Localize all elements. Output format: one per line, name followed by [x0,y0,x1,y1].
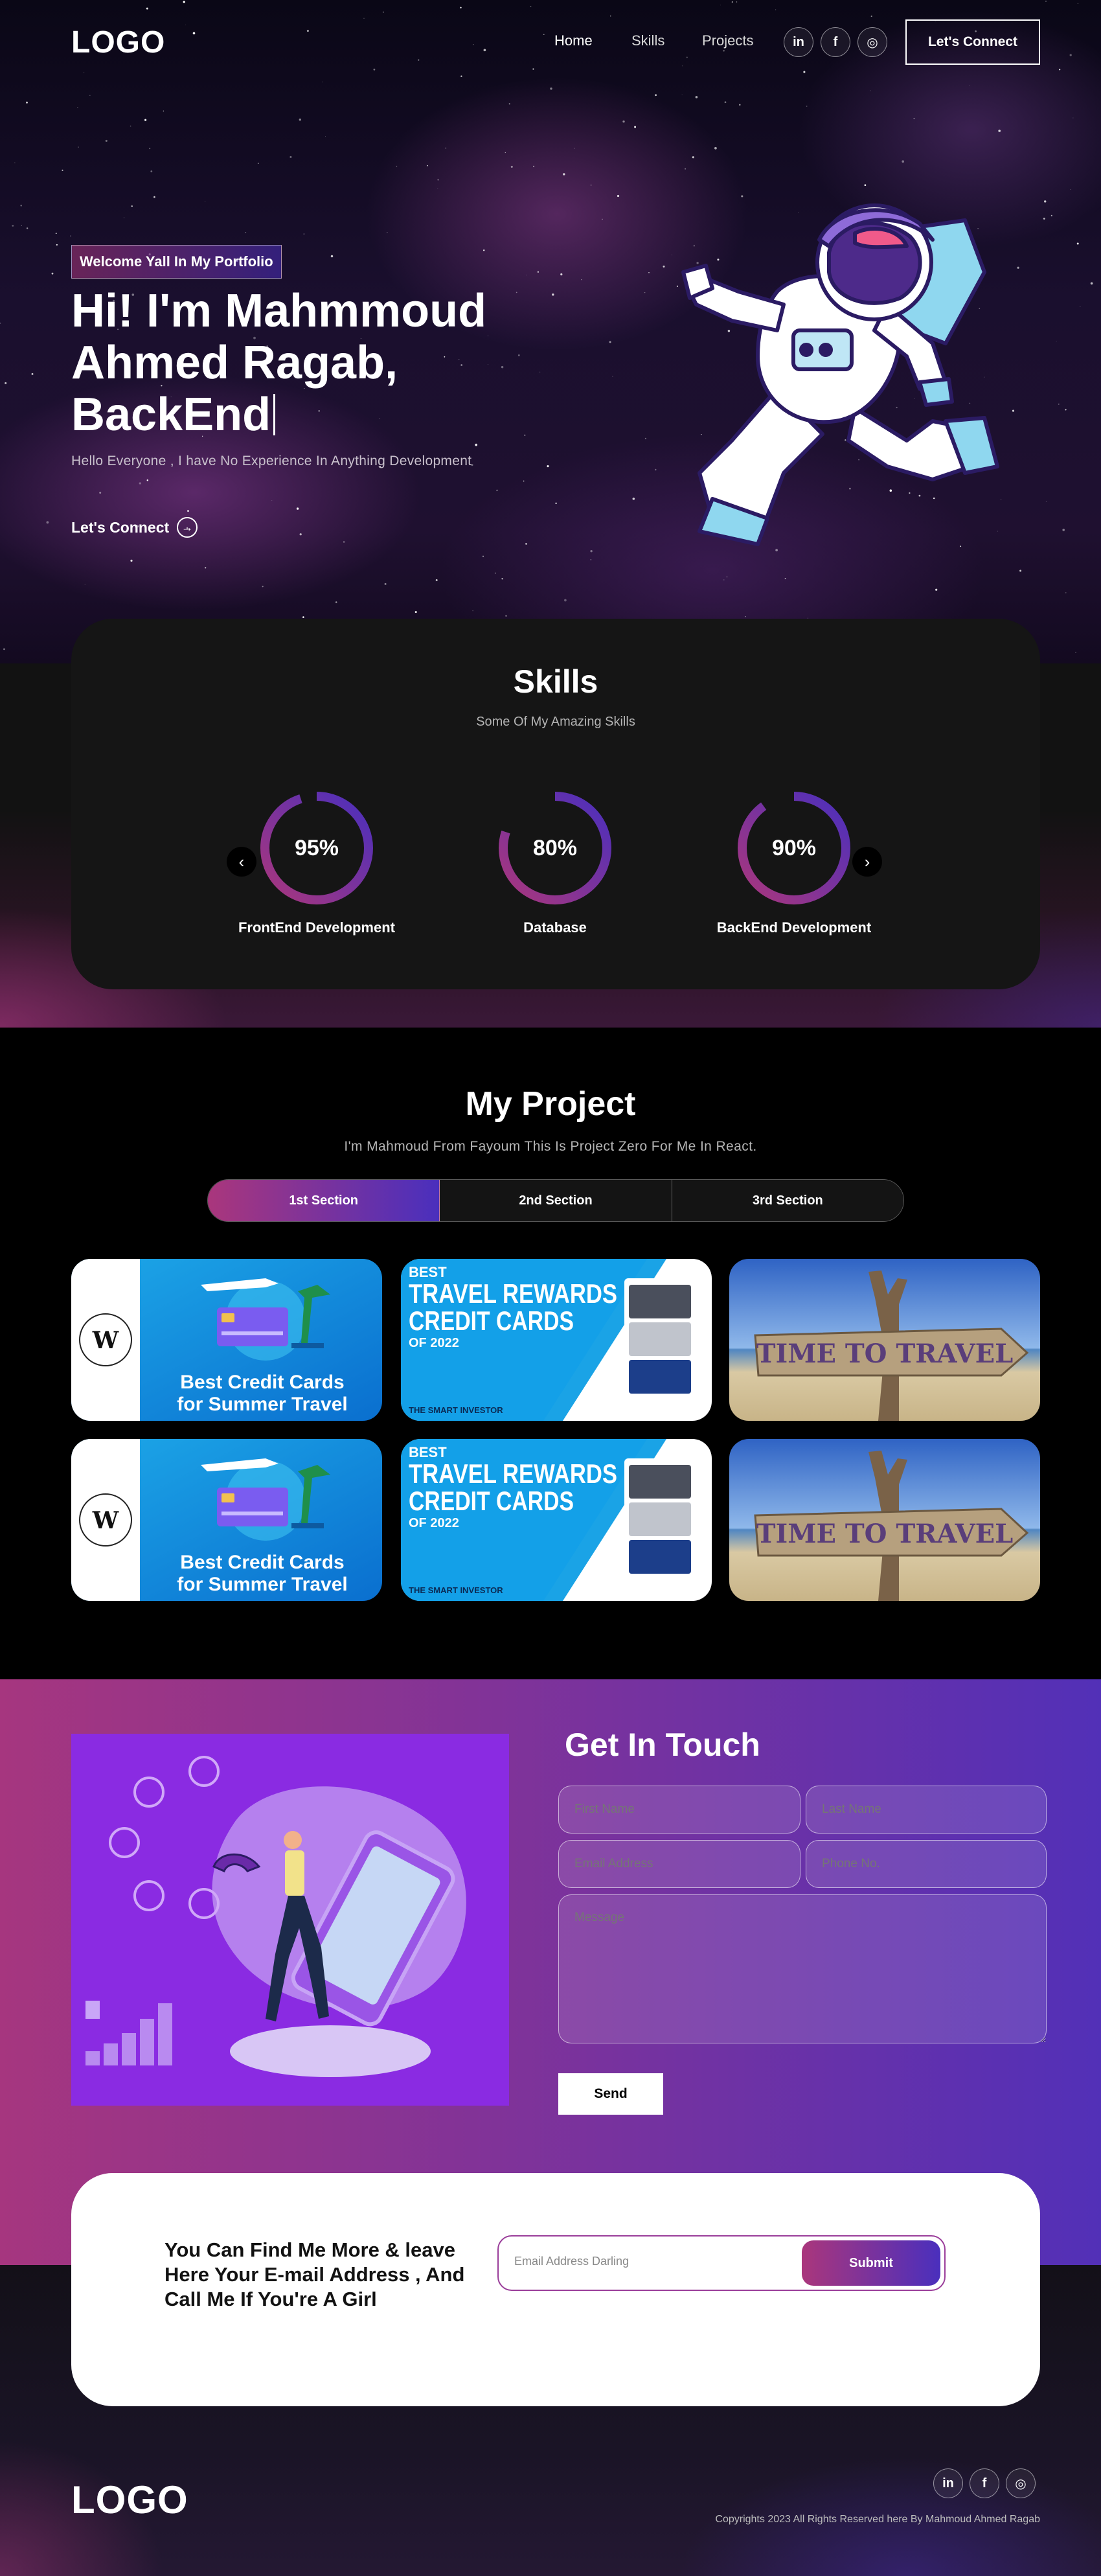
card-text: W [92,1507,119,1534]
footer-copyright: Copyrights 2023 All Rights Reserved here… [715,2514,1040,2525]
project-card-travel-rewards[interactable]: BEST TRAVEL REWARDS CREDIT CARDS OF 2022… [401,1439,712,1601]
projects-subtitle: I'm Mahmoud From Fayoum This Is Project … [344,1139,757,1154]
linkedin-icon[interactable]: in [933,2468,963,2498]
email-field[interactable] [558,1840,800,1888]
card-text: for Summer Travel [177,1574,347,1595]
arrow-right-circle-icon: → [177,517,198,538]
card-text: Best Credit Cards [180,1552,344,1573]
card-text: THE SMART INVESTOR [409,1585,503,1595]
first-name-field[interactable] [558,1786,800,1834]
skills-section: Skills Some Of My Amazing Skills ‹ › 95%… [71,619,1040,989]
project-card-time-to-travel[interactable]: TIME TO TRAVEL [729,1259,1040,1421]
hero-title-line3: BackEnd [71,389,271,441]
newsletter-card: You Can Find Me More & leave Here Your E… [71,2173,1040,2406]
nav-logo[interactable]: LOGO [71,25,165,60]
skill-percent: 80% [532,835,578,860]
facebook-icon[interactable]: f [821,27,850,57]
card-text: THE SMART INVESTOR [409,1405,503,1415]
hero-tagline: Welcome Yall In My Portfolio [71,245,282,279]
newsletter-form: Email Address Darling Submit [497,2235,946,2291]
skills-title: Skills [513,663,598,700]
skill-item-backend: 90% BackEnd Development [697,788,891,944]
card-text: CREDIT CARDS [409,1486,574,1516]
contact-title: Get In Touch [565,1727,760,1763]
tab-2nd-section[interactable]: 2nd Section [440,1180,672,1221]
newsletter-text: You Can Find Me More & leave Here Your E… [165,2238,465,2310]
card-text: OF 2022 [409,1336,459,1350]
skills-subtitle: Some Of My Amazing Skills [476,715,635,729]
skill-item-database: 80% Database [458,788,652,944]
navbar: LOGO Home Skills Projects in f ◎ Let's C… [0,0,1101,84]
nav-link-skills[interactable]: Skills [631,32,664,49]
message-field[interactable] [558,1894,1047,2043]
hero-connect-label: Let's Connect [71,518,170,536]
newsletter-email-input[interactable]: Email Address Darling [514,2255,629,2268]
card-text: TIME TO TRAVEL [756,1339,1013,1369]
instagram-icon[interactable]: ◎ [1006,2468,1036,2498]
tab-3rd-section[interactable]: 3rd Section [672,1180,903,1221]
card-text: CREDIT CARDS [409,1305,574,1336]
skill-item-frontend: 95% FrontEnd Development [220,788,414,944]
typing-cursor [273,394,276,435]
card-text: TRAVEL REWARDS [409,1458,617,1489]
project-card-travel-rewards[interactable]: BEST TRAVEL REWARDS CREDIT CARDS OF 2022… [401,1259,712,1421]
skill-label: FrontEnd Development [238,919,395,936]
hero-title-line1: Hi! I'm Mahmmoud [71,285,487,337]
card-text: for Summer Travel [177,1394,347,1415]
tab-1st-section[interactable]: 1st Section [208,1180,440,1221]
skill-percent: 95% [294,835,339,860]
card-text: TRAVEL REWARDS [409,1278,617,1309]
project-tabs: 1st Section 2nd Section 3rd Section [207,1179,904,1222]
project-card-best-credit-cards[interactable]: W Best Credit Cards for Summer Travel [71,1439,382,1601]
project-card-time-to-travel[interactable]: TIME TO TRAVEL [729,1439,1040,1601]
linkedin-icon[interactable]: in [784,27,813,57]
skill-percent: 90% [771,835,817,860]
skill-label: BackEnd Development [716,919,872,936]
phone-field[interactable] [806,1840,1047,1888]
instagram-icon[interactable]: ◎ [857,27,887,57]
newsletter-submit-button[interactable]: Submit [802,2240,940,2286]
nav-link-projects[interactable]: Projects [702,32,753,49]
nav-connect-button[interactable]: Let's Connect [905,19,1040,65]
card-text: TIME TO TRAVEL [756,1519,1013,1549]
hero-connect-button[interactable]: Let's Connect → [71,517,198,538]
hero-title-line2: Ahmed Ragab, [71,337,398,389]
contact-illustration [71,1734,509,2106]
card-text: Best Credit Cards [180,1372,344,1393]
skill-label: Database [523,919,587,936]
last-name-field[interactable] [806,1786,1047,1834]
card-text: OF 2022 [409,1516,459,1530]
projects-title: My Project [465,1085,636,1123]
hero-banner: Welcome Yall In My Portfolio Hi! I'm Mah… [0,0,1101,663]
hero-subtitle: Hello Everyone , I have No Experience In… [71,454,472,468]
project-card-best-credit-cards[interactable]: W Best Credit Cards for Summer Travel [71,1259,382,1421]
facebook-icon[interactable]: f [970,2468,999,2498]
card-text: W [92,1327,119,1354]
footer-logo[interactable]: LOGO [71,2478,188,2522]
send-button[interactable]: Send [558,2073,663,2115]
astronaut-illustration [681,203,999,546]
hero-title: Hi! I'm Mahmmoud Ahmed Ragab, BackEnd [71,285,563,441]
nav-link-home[interactable]: Home [554,32,593,49]
